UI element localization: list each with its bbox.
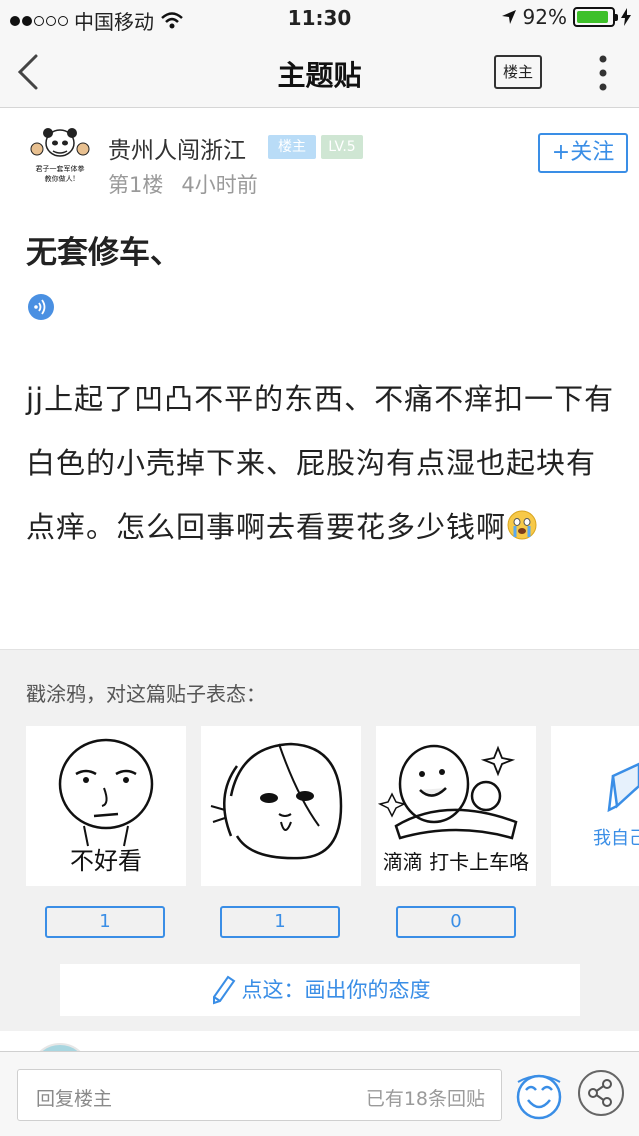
doodle-card-ugly[interactable]: 不好看	[26, 726, 186, 886]
doodle-prompt: 戳涂鸦，对这篇贴子表态：	[26, 682, 266, 706]
page-title: 主题贴	[277, 59, 362, 92]
author-name[interactable]: 贵州人闯浙江	[108, 131, 246, 165]
post-body: jj上起了凹凸不平的东西、不痛不痒扣一下有白色的小壳掉下来、屁股沟有点湿也起块有…	[26, 367, 616, 559]
location-arrow-icon	[501, 10, 516, 24]
doodle-face-image: 不好看	[58, 738, 154, 875]
voice-message-icon[interactable]	[27, 293, 55, 321]
post-time: 4小时前	[181, 173, 258, 197]
doodle-card-own[interactable]: 我自己	[551, 726, 639, 886]
status-right: 92%	[501, 5, 631, 29]
doodle-dog-image	[210, 742, 343, 860]
owner-badge: 楼主	[268, 135, 316, 159]
avatar-caption-2: 教你做人!	[45, 174, 76, 183]
reaction-count-1[interactable]: 1	[45, 906, 165, 938]
draw-attitude-button[interactable]: 点这：画出你的态度	[60, 964, 580, 1016]
next-post-peek	[0, 1031, 639, 1051]
charging-bolt-icon	[621, 8, 631, 26]
reply-count: 已有18条回贴	[365, 1088, 485, 1110]
emoji-face-icon[interactable]	[512, 1068, 566, 1122]
battery-percent: 92%	[522, 5, 567, 29]
floor-number: 第1楼	[108, 173, 164, 197]
pencil-icon	[212, 975, 235, 1005]
doodle-card-dog[interactable]	[201, 726, 361, 886]
doodle-card-didi[interactable]: 滴滴 打卡上车咯	[376, 726, 536, 886]
more-vertical-icon[interactable]	[590, 54, 616, 92]
share-button[interactable]	[578, 1070, 624, 1116]
doodle-caption-3: 滴滴 打卡上车咯	[383, 850, 529, 874]
doodle-pencil-image: 我自己	[593, 762, 639, 849]
battery-icon	[573, 7, 618, 27]
crying-face-emoji-icon	[507, 510, 537, 540]
nav-bar: 主题贴 楼主	[0, 36, 639, 108]
only-owner-button[interactable]: 楼主	[494, 55, 542, 89]
reaction-count-3[interactable]: 0	[396, 906, 516, 938]
doodle-reaction-section: 戳涂鸦，对这篇贴子表态： 不好看 滴滴 打卡上车咯 我自己 1 1 0 点这：画…	[0, 649, 639, 1031]
avatar-caption-1: 君子一套军体拳	[36, 164, 85, 173]
doodle-driving-image: 滴滴 打卡上车咯	[377, 744, 529, 874]
avatar[interactable]: 君子一套军体拳 教你做人!	[25, 121, 95, 191]
avatar[interactable]	[30, 1043, 90, 1051]
reply-placeholder: 回复楼主	[36, 1088, 113, 1110]
post-first-floor: 君子一套军体拳 教你做人! 贵州人闯浙江 楼主 LV.5 第1楼 4小时前 +关注…	[0, 109, 639, 649]
post-meta: 第1楼 4小时前	[108, 169, 258, 199]
follow-button[interactable]: +关注	[538, 133, 628, 173]
post-title: 无套修车、	[26, 235, 181, 271]
share-icon	[588, 1079, 612, 1107]
reply-input[interactable]: 回复楼主 已有18条回贴	[17, 1069, 502, 1121]
level-badge: LV.5	[321, 135, 363, 159]
reply-bar: 回复楼主 已有18条回贴	[0, 1051, 639, 1136]
doodle-caption-1: 不好看	[70, 847, 142, 875]
reaction-count-2[interactable]: 1	[220, 906, 340, 938]
draw-attitude-label: 点这：画出你的态度	[241, 978, 431, 1002]
status-bar: 中国移动 11:30 92%	[0, 0, 639, 36]
doodle-caption-4: 我自己	[593, 828, 639, 849]
